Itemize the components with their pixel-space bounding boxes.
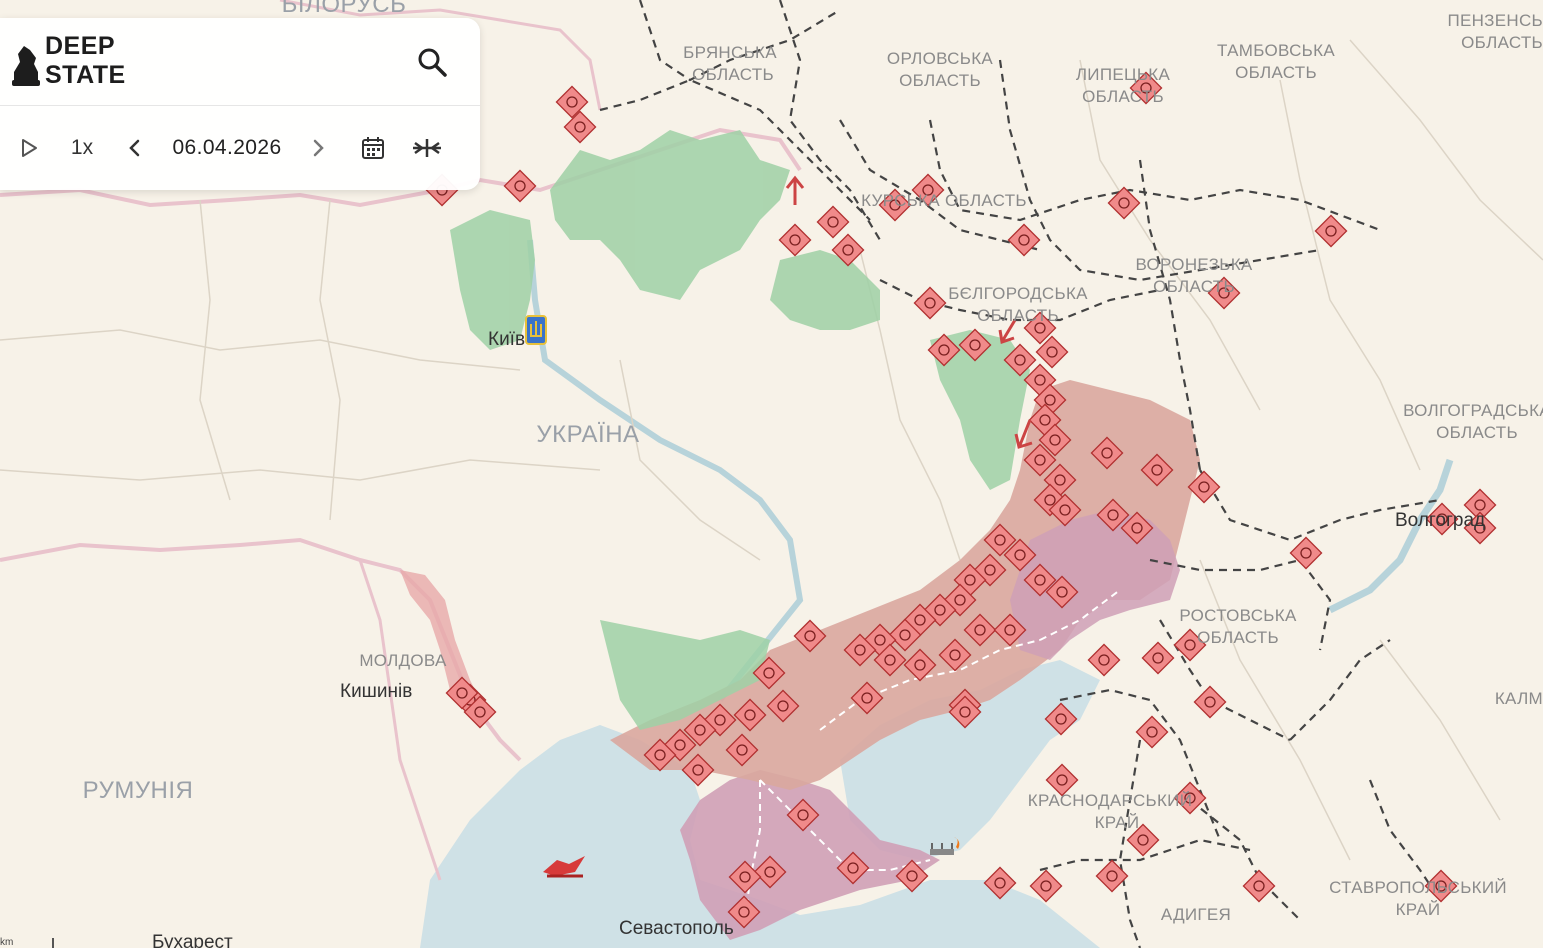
panel-header: DEEP STATE [0,18,480,106]
label-tambov-2: ОБЛАСТЬ [1235,63,1317,82]
date-display[interactable]: 06.04.2026 [162,130,292,166]
label-romania: РУМУНІЯ [83,777,194,804]
label-lipetsk-1: ЛИПЕЦЬКА [1076,65,1171,84]
prev-date-button[interactable] [122,130,148,166]
play-button[interactable] [14,130,44,166]
timeline-controls: 1x 06.04.2026 [0,118,480,178]
kyiv-emblem-icon [525,315,547,345]
chevron-right-icon [313,139,324,157]
label-stavropol-2: КРАЙ [1396,900,1441,919]
calendar-button[interactable] [356,130,390,166]
label-rostov-1: РОСТОВСЬКА [1179,606,1297,625]
label-lipetsk-2: ОБЛАСТЬ [1082,87,1164,106]
logo-line-2: STATE [45,61,126,89]
label-ukraine: УКРАЇНА [536,421,639,448]
logo-line-1: DEEP [45,32,116,60]
label-kursk: КУРСЬКА ОБЛАСТЬ [861,191,1027,210]
label-kalm: КАЛМ [1495,689,1543,708]
search-icon[interactable] [414,44,450,80]
label-rostov-2: ОБЛАСТЬ [1197,628,1279,647]
speed-button[interactable]: 1x [62,130,102,166]
label-chisinau: Кишинів [340,681,412,702]
label-bryansk-1: БРЯНСЬКА [683,43,777,62]
label-volgograd-city: Волгоград [1395,510,1485,531]
label-bryansk-2: ОБЛАСТЬ [692,65,774,84]
label-adygea: АДИГЕЯ [1161,905,1231,924]
label-voronezh-1: ВОРОНЕЗЬКА [1135,255,1252,274]
label-tambov-1: ТАМБОВСЬКА [1217,41,1335,60]
label-belgorod-1: БЄЛГОРОДСЬКА [948,284,1088,303]
logo-text: DEEP STATE [45,32,126,90]
label-volgograd-2: ОБЛАСТЬ [1436,423,1518,442]
play-icon [22,139,37,157]
label-bucharest: Бухарест [152,932,233,948]
label-voronezh-2: ОБЛАСТЬ [1153,277,1235,296]
label-penza-1: ПЕНЗЕНСЬ [1447,11,1543,30]
control-panel: DEEP STATE 1x 06.04.2026 [0,18,480,190]
label-krasnodar-2: КРАЙ [1095,813,1140,832]
scale-label: km [0,937,14,948]
label-kyiv: Київ [488,329,525,350]
label-sevastopol: Севастополь [619,918,734,939]
chevron-left-icon [129,139,140,157]
compare-button[interactable] [408,130,446,166]
calendar-icon [362,137,384,159]
collapse-icon [413,139,441,157]
label-stavropol-1: СТАВРОПОЛЬСЬКИЙ [1329,878,1507,897]
label-belarus: БІЛОРУСЬ [282,0,407,18]
label-moldova: МОЛДОВА [359,651,447,670]
label-krasnodar-1: КРАСНОДАРСЬКИЙ [1028,791,1192,810]
label-oryol-2: ОБЛАСТЬ [899,71,981,90]
label-volgograd-1: ВОЛГОГРАДСЬКА [1403,401,1543,420]
label-oryol-1: ОРЛОВСЬКА [887,49,993,68]
next-date-button[interactable] [305,130,331,166]
label-belgorod-2: ОБЛАСТЬ [977,306,1059,325]
label-penza-2: ОБЛАСТЬ [1461,33,1543,52]
